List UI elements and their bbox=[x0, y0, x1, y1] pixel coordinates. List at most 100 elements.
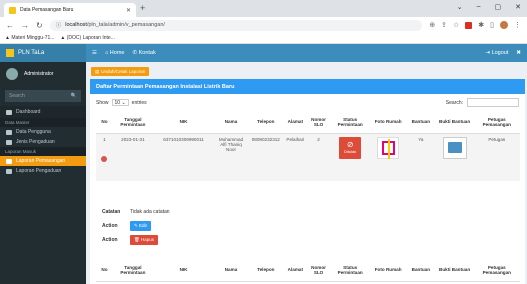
col-header[interactable]: Status Permintaan bbox=[330, 111, 371, 134]
top-navbar: ☰ ⌂ Home ✆ Kontak ⇥ Logout ✖ bbox=[86, 44, 527, 62]
row-detail: Catatan Tidak ada catatan Action ✎ Edit … bbox=[102, 205, 170, 247]
col-header[interactable]: Alamat bbox=[283, 111, 307, 134]
extensions: ⊕ ⇪ ☆ ✱ ▯ ⋮ bbox=[429, 21, 521, 29]
sidebar-item-dashboard[interactable]: Dashboard bbox=[0, 106, 86, 118]
reload-icon[interactable]: ↻ bbox=[36, 21, 43, 30]
nav-home[interactable]: ⌂ Home bbox=[105, 50, 125, 56]
table-search: Search: bbox=[446, 98, 519, 107]
sidebar-item-laporan-pemasangan[interactable]: Laporan Pemasangan bbox=[0, 156, 86, 166]
star-icon[interactable]: ☆ bbox=[453, 21, 459, 29]
cell-tanggal: 2023-01-31 bbox=[112, 133, 153, 181]
col-header[interactable]: Tanggal Permintaan bbox=[112, 111, 153, 134]
col-header[interactable]: Bantuan bbox=[406, 111, 436, 134]
table-footer-row: No Tanggal Permintaan NIK Nama Telepon A… bbox=[96, 259, 520, 282]
menu-icon[interactable]: ⋮ bbox=[514, 21, 521, 29]
menu-header-laporan: Laporan Masuk bbox=[0, 147, 86, 156]
cell-petugas: Petugas bbox=[473, 133, 520, 181]
url-path: /pln_tala/admin/v_pemasangan/ bbox=[86, 22, 165, 28]
col-header[interactable]: Foto Rumah bbox=[370, 111, 407, 134]
url-field[interactable]: ⓘ localhost/pln_tala/admin/v_pemasangan/ bbox=[49, 19, 423, 31]
table-header-row: No Tanggal Permintaan NIK Nama Telepon A… bbox=[96, 111, 520, 134]
image-icon[interactable] bbox=[442, 136, 467, 159]
table-search-input[interactable] bbox=[467, 98, 519, 107]
cell-bantuan: Ya bbox=[406, 133, 436, 181]
delete-button[interactable]: 🗑 Hapus bbox=[130, 235, 158, 245]
hamburger-icon[interactable]: ☰ bbox=[92, 50, 97, 56]
col-header[interactable]: Telepon bbox=[247, 111, 284, 134]
extension-icon[interactable] bbox=[465, 21, 473, 29]
action-label: Action bbox=[102, 237, 118, 243]
back-icon[interactable]: ← bbox=[6, 21, 14, 30]
nav-kontak[interactable]: ✆ Kontak bbox=[132, 50, 155, 56]
close-window-icon[interactable]: ✕ bbox=[515, 3, 521, 11]
dashboard-icon bbox=[6, 109, 12, 115]
list-icon bbox=[6, 139, 12, 145]
sidebar-item-data-pengguna[interactable]: Data Pengguna bbox=[0, 127, 86, 137]
user-add-icon bbox=[6, 168, 12, 174]
brand[interactable]: PLN TaLa bbox=[0, 44, 86, 62]
sidebar: PLN TaLa Administrator Search 🔍 Dashboar… bbox=[0, 44, 86, 284]
print-icon: ▤ bbox=[95, 68, 100, 74]
tab-title: Data Pemasangan Baru bbox=[20, 7, 74, 13]
col-header[interactable]: Petugas Pemasangan bbox=[473, 111, 520, 134]
sidebar-item-jenis-pengaduan[interactable]: Jenis Pengaduan bbox=[0, 137, 86, 147]
chevron-down-icon[interactable]: ⌄ bbox=[457, 3, 463, 11]
table-footer: No Tanggal Permintaan NIK Nama Telepon A… bbox=[96, 259, 520, 282]
search-input[interactable]: Search bbox=[9, 93, 25, 99]
ban-icon: ⊘ bbox=[346, 140, 354, 149]
col-header[interactable]: Nama bbox=[214, 111, 248, 134]
bookmarks-bar: ▲ Materi Minggu-71... ▲ (DOC) Laporan In… bbox=[0, 33, 527, 44]
sidebar-search[interactable]: Search 🔍 bbox=[5, 90, 81, 102]
search-icon[interactable]: 🔍 bbox=[71, 93, 77, 99]
users-icon bbox=[6, 158, 12, 164]
status-badge: ⊘ Ditolak bbox=[339, 136, 362, 159]
bookmark-1[interactable]: ▲ Materi Minggu-71... bbox=[5, 35, 54, 41]
profile-avatar[interactable] bbox=[500, 21, 508, 29]
table-row[interactable]: 1 2023-01-31 6371010309990011 Muhammad A… bbox=[96, 133, 520, 181]
window-controls: ⌄ – ▢ ✕ bbox=[457, 3, 521, 11]
user-name: Administrator bbox=[24, 71, 54, 77]
catatan-value: Tidak ada catatan bbox=[130, 209, 170, 215]
data-table: No Tanggal Permintaan NIK Nama Telepon A… bbox=[96, 111, 520, 181]
entries-control: Show 10 ⌄ entries bbox=[96, 99, 147, 106]
print-report-button[interactable]: ▤ Unduh/Cetak Laporan bbox=[91, 67, 150, 76]
address-bar: ← → ↻ ⓘ localhost/pln_tala/admin/v_pemas… bbox=[0, 17, 527, 33]
catatan-label: Catatan bbox=[102, 209, 121, 215]
zoom-icon[interactable]: ⊕ bbox=[429, 21, 435, 29]
brand-title: PLN TaLa bbox=[18, 50, 45, 56]
action-label: Action bbox=[102, 223, 118, 229]
house-photo[interactable] bbox=[377, 136, 400, 159]
cell-telepon: 08080232312 bbox=[247, 133, 284, 181]
share-icon[interactable]: ⇪ bbox=[441, 21, 447, 29]
user-panel: Administrator bbox=[0, 62, 86, 86]
col-header[interactable]: NIK bbox=[152, 111, 215, 134]
info-icon: ⓘ bbox=[55, 23, 62, 29]
minimize-icon[interactable]: – bbox=[477, 3, 481, 11]
expand-row-icon[interactable] bbox=[101, 155, 108, 162]
entries-select[interactable]: 10 ⌄ bbox=[111, 99, 129, 106]
browser-tab[interactable]: Data Pemasangan Baru ✕ bbox=[4, 3, 136, 17]
panel-title: Daftar Permintaan Pemasangan Instalasi L… bbox=[90, 79, 525, 94]
edit-button[interactable]: ✎ Edit bbox=[130, 221, 151, 231]
col-header[interactable]: Nomor SLO bbox=[306, 111, 331, 134]
logout-button[interactable]: ⇥ Logout bbox=[485, 50, 508, 56]
avatar bbox=[6, 68, 18, 80]
sidebar-item-laporan-pengaduan[interactable]: Laporan Pengaduan bbox=[0, 166, 86, 176]
maximize-icon[interactable]: ▢ bbox=[495, 3, 502, 11]
menu-header-master: Data Master bbox=[0, 118, 86, 127]
close-tab-icon[interactable]: ✕ bbox=[126, 7, 131, 14]
main-content: ▤ Unduh/Cetak Laporan Daftar Permintaan … bbox=[86, 62, 527, 284]
bookmark-2[interactable]: ▲ (DOC) Laporan Inte... bbox=[60, 35, 114, 41]
url-host: localhost bbox=[65, 22, 87, 28]
cell-slo: 2 bbox=[306, 133, 331, 181]
new-tab-button[interactable]: + bbox=[140, 3, 145, 13]
col-header[interactable]: No bbox=[96, 111, 113, 134]
puzzle-icon[interactable]: ✱ bbox=[478, 21, 484, 29]
col-header[interactable]: Bukti Bantuan bbox=[435, 111, 474, 134]
cell-nik: 6371010309990011 bbox=[152, 133, 215, 181]
settings-icon[interactable]: ✖ bbox=[516, 50, 521, 56]
sidepanel-icon[interactable]: ▯ bbox=[490, 21, 494, 29]
row-number: 1 bbox=[103, 136, 106, 142]
forward-icon[interactable]: → bbox=[21, 21, 29, 30]
brand-logo-icon bbox=[6, 49, 14, 57]
